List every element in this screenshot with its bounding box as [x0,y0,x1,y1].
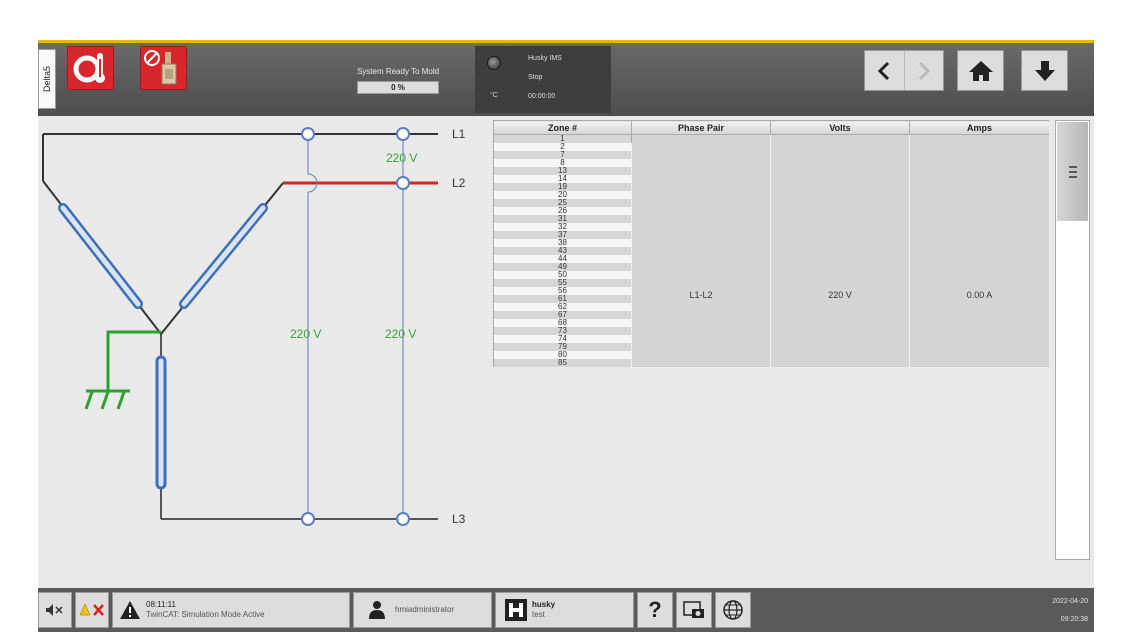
home-button[interactable] [957,50,1004,91]
zone-table-container: Zone # Phase Pair Volts Amps 1 L1-L2 220 V… [493,120,1049,560]
alarm-time: 08:11:11 [146,600,176,609]
alarm-banner[interactable]: 08:11:11 TwinCAT: Simulation Mode Active [112,592,350,628]
label-l1: L1 [452,127,466,141]
alarm-text: 08:11:11 TwinCAT: Simulation Mode Active [146,600,265,620]
husky-brand: husky [532,600,556,609]
scrollbar-thumb[interactable] [1057,122,1088,221]
husky-logo-icon [505,599,527,621]
language-button[interactable] [715,592,751,628]
user-button[interactable]: hmiadministrator [353,592,492,628]
warning-clear-icon [79,603,104,616]
bottom-bar: 08:11:11 TwinCAT: Simulation Mode Active… [38,588,1094,632]
coil-l2-inner [181,205,266,307]
neutral-line [106,330,161,391]
ims-status-lamp-icon [487,56,501,70]
temperature-controller-button[interactable] [67,46,114,90]
voltage-l1-l3: 220 V [290,327,321,341]
forward-button[interactable] [903,51,944,90]
screenshot-camera-icon [683,601,704,618]
top-bar: Delta5 System Ready To Mold 0 % °C Husky… [38,40,1094,116]
header-amps[interactable]: Amps [909,120,1049,135]
coil-l1-inner [60,205,141,307]
volts-cell: 220 V [770,134,910,367]
download-button[interactable] [1021,50,1068,91]
header-zone[interactable]: Zone # [493,120,632,135]
mold-heater-icon [73,53,105,83]
back-arrow-icon [878,61,890,80]
phase-pair-cell: L1-L2 [631,134,771,367]
screenshot-button[interactable] [676,592,712,628]
wiring-diagram: L1 L2 L3 220 V 220 V 220 V [42,127,466,526]
zone-cell: 85 [493,359,632,367]
table-scrollbar[interactable] [1055,120,1090,560]
ims-title: Husky IMS [528,55,562,62]
back-button[interactable] [865,51,904,90]
node-l1-a [301,127,315,141]
header-phase-pair[interactable]: Phase Pair [631,120,771,135]
mold-disabled-button[interactable] [140,46,187,90]
husky-ims-panel[interactable]: °C Husky IMS Stop 00:00:00 [475,46,611,113]
grip-lines-icon [1068,165,1077,178]
ims-state: Stop [528,74,543,81]
zone-table: Zone # Phase Pair Volts Amps 1 L1-L2 220 V… [493,120,1049,367]
globe-icon [723,600,743,620]
voltage-l1-l2: 220 V [386,151,417,165]
node-l1-b [396,127,410,141]
alarm-message: TwinCAT: Simulation Mode Active [146,610,265,619]
status-label: System Ready To Mold [356,67,440,76]
status-progress: 0 % [357,81,439,94]
amps-cell: 0.00 A [909,134,1049,367]
mold-disabled-icon [144,50,177,85]
down-arrow-icon [1034,60,1055,81]
side-tab-delta5[interactable]: Delta5 [38,49,56,109]
ground-leg-3 [116,391,126,410]
node-l2 [396,176,410,190]
status-date: 2022-04-20 [1052,598,1088,605]
app-window: Delta5 System Ready To Mold 0 % °C Husky… [38,40,1094,632]
mute-button[interactable] [38,592,72,628]
alarm-warning-icon [120,601,140,619]
ground-leg-2 [100,391,110,410]
voltage-l2-l3: 220 V [385,327,416,341]
husky-sub: test [532,610,545,619]
table-row[interactable]: 1 L1-L2 220 V 0.00 A [493,134,1049,367]
machine-status: System Ready To Mold 0 % [338,67,458,94]
node-l3-b [396,512,410,526]
side-tab-label: Delta5 [42,65,53,93]
husky-text: husky test [532,600,555,620]
label-l2: L2 [452,176,466,190]
navigation-buttons [864,50,944,91]
ims-time: 00:00:00 [528,93,556,100]
node-l3-a [301,512,315,526]
status-time: 09:20:38 [1060,616,1088,623]
zone-table-body: 1 L1-L2 220 V 0.00 A 2 7 8 13 14 19 20 25 26 31 32 37 38… [493,134,1049,367]
forward-arrow-icon [918,61,930,80]
ims-unit: °C [490,92,498,99]
user-name: hmiadministrator [395,605,455,614]
label-l3: L3 [452,512,466,526]
husky-button[interactable]: husky test [495,592,634,628]
alarm-reset-button[interactable] [75,592,109,628]
ground-leg-1 [84,391,94,410]
help-button[interactable]: ? [637,592,673,628]
speaker-mute-icon [46,604,63,616]
user-icon [369,601,385,619]
header-volts[interactable]: Volts [770,120,910,135]
home-icon [968,60,993,81]
